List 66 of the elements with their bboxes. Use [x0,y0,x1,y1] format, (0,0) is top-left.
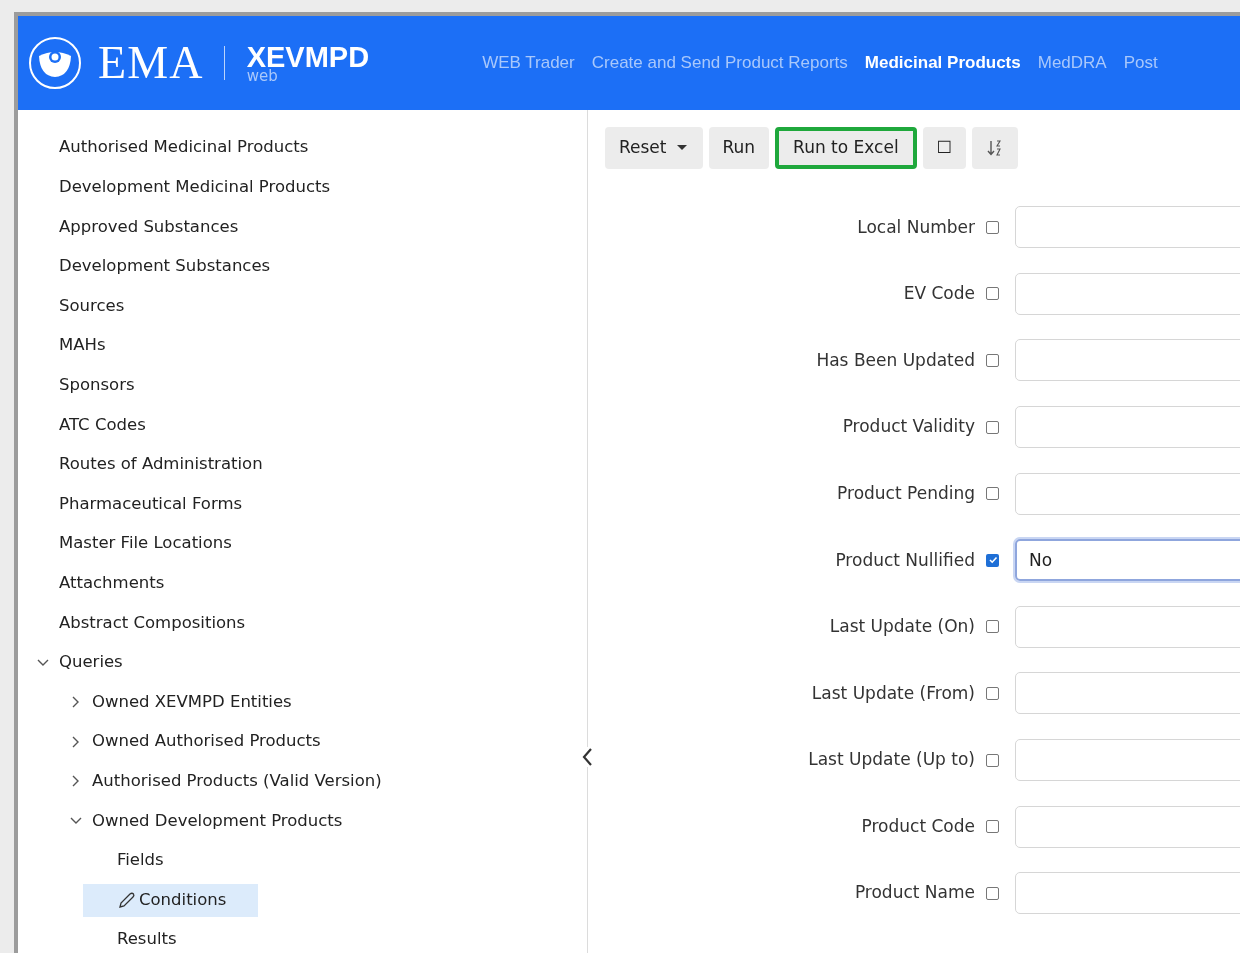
eye-logo-icon [28,36,82,90]
input-field[interactable] [1015,739,1240,782]
tree-item[interactable]: Authorised Products (Valid Version) [92,764,382,798]
input-field[interactable] [1015,206,1240,249]
input-field[interactable] [1015,472,1240,515]
tree-item[interactable]: Abstract Compositions [59,606,246,640]
tree-item[interactable]: Owned Development Products [92,804,343,838]
tree-item[interactable]: MAHs [59,329,106,363]
tree-item[interactable]: Owned Authorised Products [92,725,321,759]
field-label: Product Nullified [835,548,975,572]
checkbox[interactable] [986,686,999,700]
field-label: Product Name [854,881,975,905]
input-field[interactable] [1015,339,1240,382]
input-field[interactable] [1015,605,1240,648]
field-label: Product Validity [842,415,975,439]
field-label: Product Code [861,814,975,838]
field-label: Product Pending [837,481,975,505]
checkbox[interactable] [986,553,999,567]
tree-item[interactable]: Owned XEVMPD Entities [92,685,292,719]
checkbox[interactable] [986,886,999,900]
tree-item[interactable]: Attachments [59,566,165,600]
tree-item[interactable]: Authorised Medicinal Products [59,131,309,165]
checkbox[interactable] [986,487,999,501]
sort-icon [985,139,1004,157]
logo-text: EMA [98,40,204,86]
tree-item[interactable]: Queries [59,646,123,679]
field-label: EV Code [903,282,975,306]
tree-item[interactable]: Sources [59,289,125,323]
field-label: Has Been Updated [816,348,975,372]
checkbox[interactable] [986,620,999,634]
nav-link[interactable]: Medicinal Products [864,50,1021,76]
tree-item[interactable]: Routes of Administration [59,448,263,482]
input-field[interactable] [1015,272,1240,315]
pencil-icon [117,890,136,910]
input-field[interactable] [1015,872,1240,915]
tree-item[interactable]: Pharmaceutical Forms [59,487,243,521]
checkbox[interactable] [986,753,999,767]
field-label: Local Number [857,215,975,239]
input-field[interactable] [1015,672,1240,715]
app-subtitle: web [246,68,278,84]
toolbar-button[interactable]: Reset [605,127,703,169]
toolbar-button[interactable]: ☐ [922,127,966,169]
input-field[interactable]: No [1015,539,1240,582]
checkbox[interactable] [986,354,999,367]
input-field[interactable] [1015,805,1240,848]
tree-item[interactable]: Results [117,923,177,953]
tree-item[interactable]: Conditions [83,883,259,917]
sort-button[interactable] [971,127,1018,169]
input-field[interactable] [1015,406,1240,449]
tree-item[interactable]: Master File Locations [59,527,232,561]
checkbox[interactable] [986,287,999,301]
checkbox[interactable] [986,420,999,434]
tree-item[interactable]: Development Medicinal Products [59,170,331,204]
tree-item[interactable]: Fields [117,844,164,877]
field-label: Last Update (From) [811,681,975,705]
caret-icon [676,145,687,151]
checkbox[interactable] [986,820,999,834]
tree-item[interactable]: ATC Codes [59,408,146,442]
field-label: Last Update (Up to) [808,748,975,772]
tree-item[interactable]: Development Substances [59,250,271,284]
toolbar-button[interactable]: Run to Excel [775,127,917,169]
field-label: Last Update (On) [829,615,975,639]
toolbar-button[interactable]: Run [708,127,770,169]
tree-item[interactable]: Sponsors [59,368,135,402]
checkbox[interactable] [986,220,999,234]
tree-item[interactable]: Approved Substances [59,210,239,244]
